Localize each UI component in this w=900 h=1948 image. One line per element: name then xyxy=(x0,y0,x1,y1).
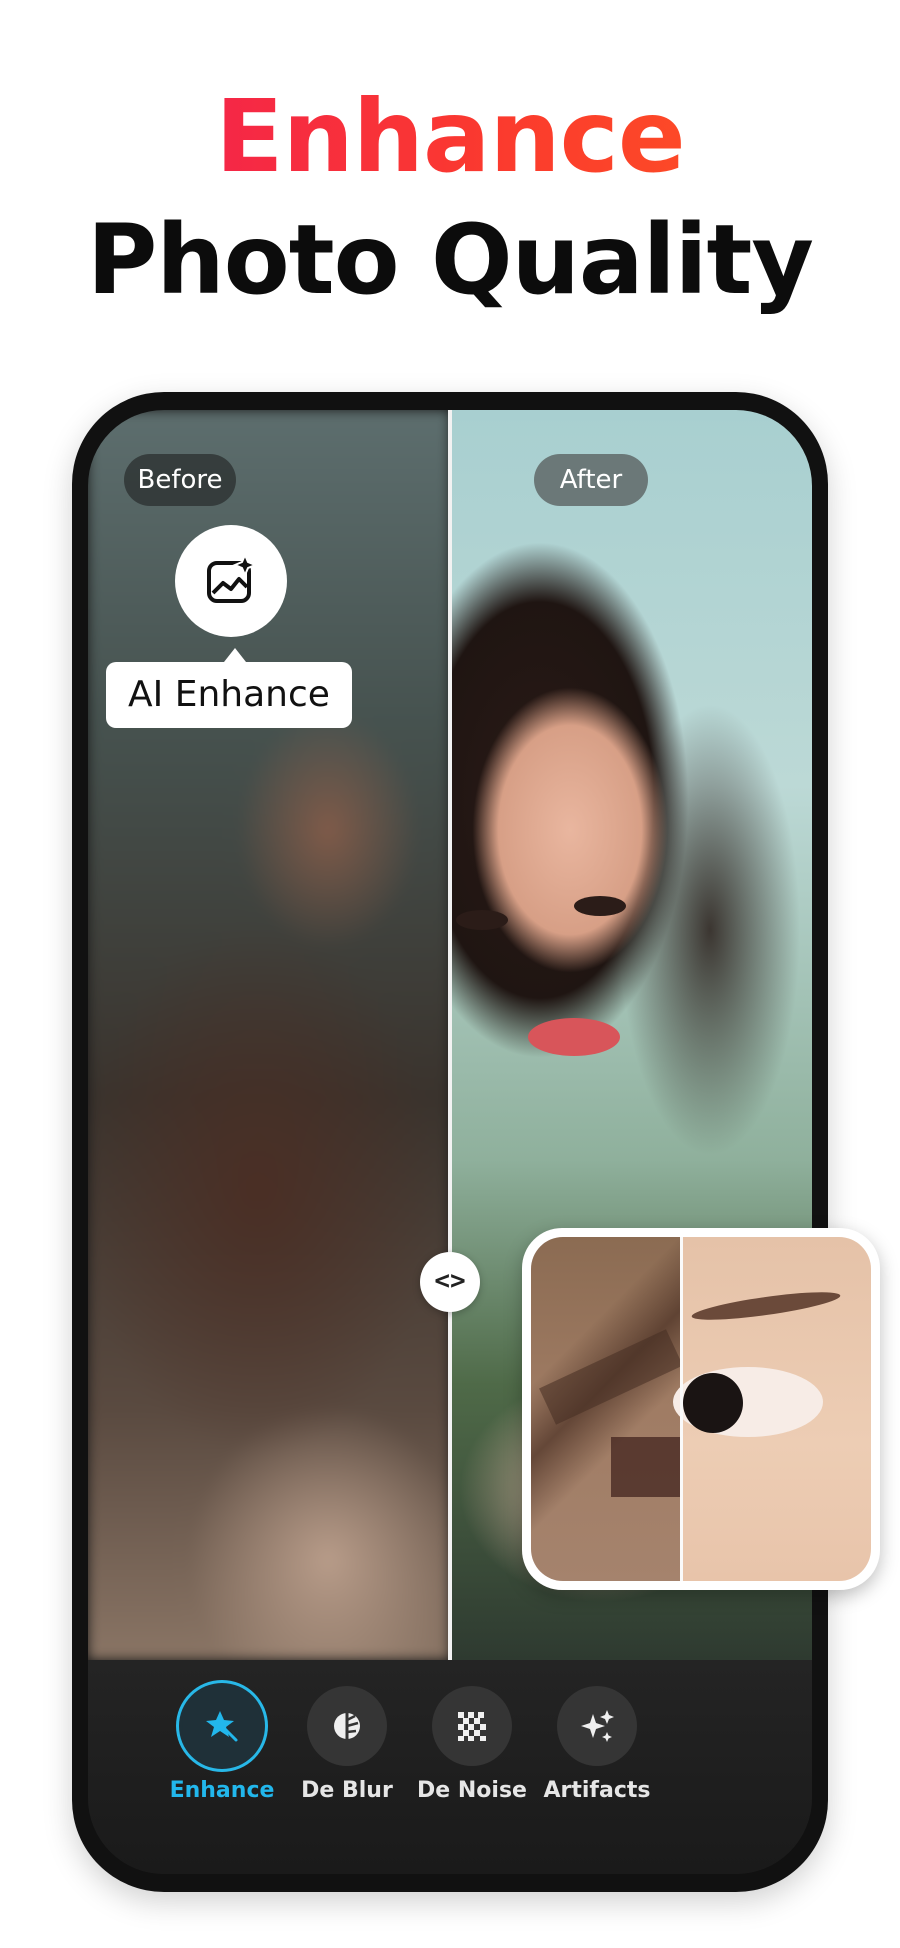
zoom-eyebrow xyxy=(690,1286,842,1326)
ai-enhance-badge xyxy=(175,525,287,637)
zoom-divider xyxy=(680,1237,683,1581)
zoom-pixel-block xyxy=(611,1437,681,1497)
tab-artifacts-label: Artifacts xyxy=(543,1778,651,1803)
detail-zoom-image xyxy=(531,1237,871,1581)
tab-de-blur[interactable]: De Blur xyxy=(287,1686,407,1836)
after-label: After xyxy=(534,454,648,506)
tab-de-blur-label: De Blur xyxy=(301,1778,393,1803)
detail-zoom-inset xyxy=(522,1228,880,1590)
tab-enhance[interactable]: Enhance xyxy=(162,1686,282,1836)
phone-screen: Before After AI Enhance <> Enhance De Bl… xyxy=(88,410,812,1874)
denoise-pixel-icon xyxy=(458,1712,486,1741)
after-eye-right xyxy=(574,896,626,916)
compare-slider-handle[interactable]: <> xyxy=(420,1252,480,1312)
tab-enhance-icon-circle xyxy=(182,1686,262,1766)
after-eye-left xyxy=(456,910,508,930)
tool-tab-bar: Enhance De Blur De Noise Artifacts xyxy=(88,1660,812,1874)
tab-artifacts-icon-circle xyxy=(557,1686,637,1766)
deblur-leaf-icon xyxy=(334,1713,360,1739)
zoom-eye-iris xyxy=(683,1373,743,1433)
compare-divider[interactable] xyxy=(448,410,452,1660)
tab-de-noise-icon-circle xyxy=(432,1686,512,1766)
zoom-after-sharp xyxy=(673,1237,871,1581)
ai-enhance-image-icon xyxy=(207,553,258,603)
tab-de-blur-icon-circle xyxy=(307,1686,387,1766)
tab-enhance-label: Enhance xyxy=(169,1778,275,1803)
after-lips xyxy=(528,1018,620,1056)
badge-tooltip-arrow xyxy=(224,648,246,662)
tab-de-noise[interactable]: De Noise xyxy=(412,1686,532,1836)
tab-artifacts[interactable]: Artifacts xyxy=(537,1686,657,1836)
ai-enhance-label: AI Enhance xyxy=(106,662,352,728)
before-label: Before xyxy=(124,454,236,506)
star-magic-icon xyxy=(206,1711,238,1742)
tab-de-noise-label: De Noise xyxy=(417,1778,527,1803)
headline-enhance: Enhance xyxy=(0,82,900,192)
sparkles-icon xyxy=(581,1710,614,1742)
headline-photo-quality: Photo Quality xyxy=(87,204,814,316)
